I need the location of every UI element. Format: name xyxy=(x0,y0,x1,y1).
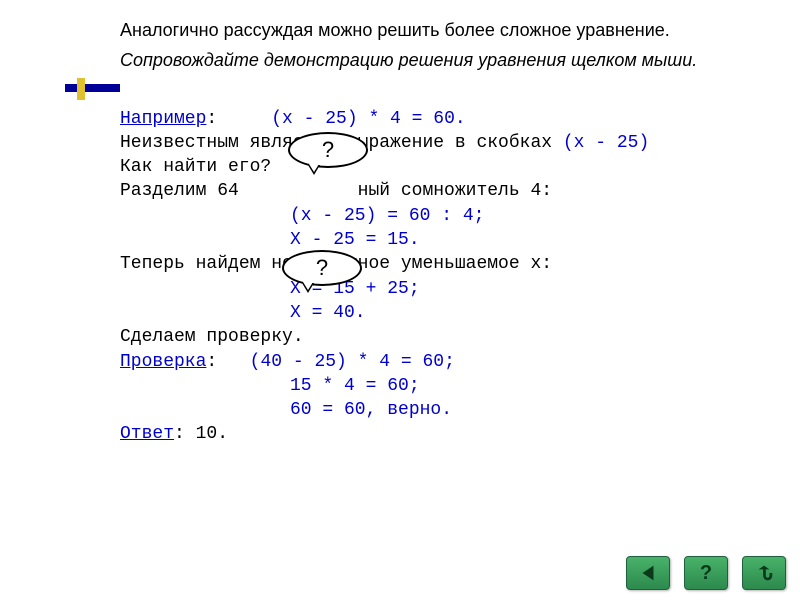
return-button[interactable] xyxy=(742,556,786,590)
line-check2: 15 * 4 = 60; xyxy=(120,374,770,398)
line-eq2: Х - 25 = 15. xyxy=(120,228,770,252)
callout-bubble-1: ? xyxy=(288,132,368,168)
line-example: Например: (х - 25) * 4 = 60. xyxy=(120,107,770,131)
intro-text: Аналогично рассуждая можно решить более … xyxy=(120,18,770,42)
line-check3: 60 = 60, верно. xyxy=(120,398,770,422)
line-eq3: Х = 15 + 25; xyxy=(120,277,770,301)
question-mark-icon: ? xyxy=(316,255,328,281)
triangle-left-icon xyxy=(637,562,659,584)
nav-bar: ? xyxy=(626,556,786,590)
line-answer: Ответ: 10. xyxy=(120,422,770,446)
question-mark-icon: ? xyxy=(322,137,334,163)
main-content: Аналогично рассуждая можно решить более … xyxy=(120,18,770,447)
solution-body: Например: (х - 25) * 4 = 60. Неизвестным… xyxy=(120,107,770,447)
line-howfind: Как найти его? xyxy=(120,155,770,179)
line-divide: Разделим 64 ный сомножитель 4: xyxy=(120,179,770,203)
decorative-cross xyxy=(65,78,120,98)
question-icon: ? xyxy=(700,562,712,585)
callout-bubble-2: ? xyxy=(282,250,362,286)
line-docheck: Сделаем проверку. xyxy=(120,325,770,349)
sidebar-vertical-title: представляет собой произведение Решение … xyxy=(6,0,40,30)
line-check: Проверка: (40 - 25) * 4 = 60; xyxy=(120,350,770,374)
hint-text: Сопровождайте демонстрацию решения уравн… xyxy=(120,48,770,72)
help-button[interactable]: ? xyxy=(684,556,728,590)
line-eq4: Х = 40. xyxy=(120,301,770,325)
line-nowfind: Теперь найдем неизвестное уменьшаемое х: xyxy=(120,252,770,276)
sidebar-line2: представляет собой произведение xyxy=(6,0,23,30)
u-turn-icon xyxy=(753,562,775,584)
line-unknown: Неизвестным является выражение в скобках… xyxy=(120,131,770,155)
prev-button[interactable] xyxy=(626,556,670,590)
sidebar-line1: Решение уравнений. Левая часть уравнений xyxy=(23,0,40,30)
line-eq1: (х - 25) = 60 : 4; xyxy=(120,204,770,228)
